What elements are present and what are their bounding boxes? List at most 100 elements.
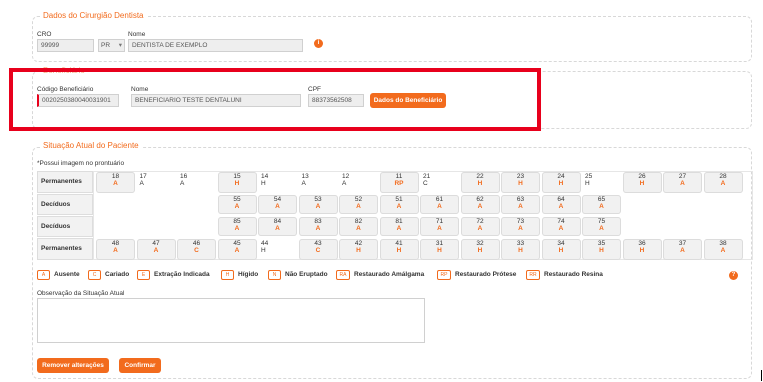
tooth-number: 85 [233,218,241,225]
tooth-cell[interactable]: 72 A [460,217,500,236]
tooth-cell[interactable]: 35 H [582,239,621,260]
tooth-cell[interactable]: 34 H [541,239,581,260]
tooth-cell[interactable]: 52 A [339,195,378,214]
tooth-cell[interactable]: 12 A [339,172,378,193]
tooth-status: H [599,247,604,254]
tooth-cell[interactable]: 32 H [460,239,500,260]
tooth-status: H [396,247,402,254]
row-label-deciduos-inferior: Decíduos [37,216,93,237]
tooth-status: A [234,203,240,210]
legend-label: Restaurado Amálgama [354,271,425,278]
tooth-number: 84 [273,218,282,225]
tooth-cell[interactable]: 47 A [136,239,176,260]
legend-label: Cariado [105,271,130,278]
tooth-cell[interactable]: 43 C [298,239,338,260]
tooth-cell[interactable]: 36 H [622,239,662,260]
tooth-cell[interactable]: 38 A [703,239,743,260]
tooth-cell[interactable]: 61 A [420,195,459,214]
row-label-permanentes-superior: Permanentes [37,171,93,193]
tooth-status: H [261,247,266,254]
imagem-note: *Possui imagem no prontuário [37,160,125,167]
uf-select[interactable]: PR ▾ [98,39,125,52]
observacao-textarea[interactable] [37,298,425,343]
tooth-status: A [477,225,483,232]
tooth-cell[interactable]: 65 A [582,195,621,214]
tooth-status: A [680,180,685,187]
tooth-cell[interactable]: 71 A [420,217,459,236]
tooth-number: 36 [638,240,646,247]
help-icon[interactable]: ? [729,271,738,280]
tooth-cell[interactable]: 74 A [541,217,581,236]
tooth-number: 71 [435,218,444,225]
dentista-nome-field[interactable]: DENTISTA DE EXEMPLO [128,39,303,52]
cro-field[interactable]: 99999 [37,39,94,52]
tooth-cell[interactable]: 31 H [420,239,459,260]
tooth-cell[interactable]: 13 A [299,172,338,193]
tooth-cell[interactable]: 16 A [177,172,216,193]
tooth-cell[interactable]: 26 H [622,172,662,193]
tooth-cell[interactable]: 84 A [258,217,297,236]
tooth-number: 47 [152,240,160,247]
tooth-cell[interactable]: 27 A [663,172,702,193]
tooth-cell[interactable]: 85 A [217,217,257,236]
tooth-cell[interactable]: 63 A [501,195,540,214]
tooth-cell[interactable]: 62 A [460,195,500,214]
tooth-cell[interactable]: 17 A [137,172,176,193]
tooth-cell[interactable]: 28 A [703,172,743,193]
legend-label: Não Eruptado [285,271,328,278]
legend-code-box: H [221,270,234,280]
tooth-status: A [356,225,361,232]
tooth-status: A [139,180,144,187]
tooth-status: C [315,247,321,254]
tooth-number: 26 [638,173,646,180]
tooth-cell[interactable]: 46 C [177,239,216,260]
tooth-cell[interactable]: 14 H [258,172,297,193]
tooth-number: 32 [476,240,484,247]
tooth-cell[interactable]: 33 H [501,239,540,260]
tooth-status: A [396,225,402,232]
chevron-down-icon: ▾ [118,42,122,49]
tooth-number: 18 [111,173,120,180]
tooth-cell[interactable]: 18 A [96,172,135,193]
tooth-cell[interactable]: 11 RP [379,172,419,193]
tooth-cell[interactable]: 54 A [258,195,297,214]
tooth-cell[interactable]: 45 A [217,239,257,260]
info-icon[interactable]: i [314,39,323,48]
tooth-cell[interactable]: 24 H [541,172,581,193]
tooth-cell[interactable]: 55 A [217,195,257,214]
legend-label: Ausente [54,271,80,278]
tooth-cell[interactable]: 64 A [541,195,581,214]
tooth-number: 46 [192,240,201,247]
tooth-status: H [558,180,564,187]
tooth-status: C [423,180,428,187]
tooth-cell[interactable]: 51 A [379,195,419,214]
tooth-status: H [518,247,523,254]
tooth-number: 22 [476,173,484,180]
tooth-number: 73 [516,218,525,225]
tooth-status: A [275,203,280,210]
tooth-number: 28 [719,173,727,180]
legend-code-box: C [88,270,101,280]
tooth-cell[interactable]: 25 H [582,172,621,193]
remover-alteracoes-button[interactable]: Remover alterações [37,358,109,373]
tooth-cell[interactable]: 37 A [663,239,702,260]
tooth-cell[interactable]: 83 A [298,217,338,236]
tooth-number: 55 [233,196,241,203]
tooth-cell[interactable]: 15 H [217,172,257,193]
tooth-cell[interactable]: 53 A [298,195,338,214]
tooth-status: A [680,247,685,254]
tooth-cell[interactable]: 41 H [379,239,419,260]
tooth-cell[interactable]: 42 H [339,239,378,260]
tooth-cell[interactable]: 22 H [460,172,500,193]
tooth-number: 15 [233,173,241,180]
tooth-cell[interactable]: 23 H [501,172,540,193]
tooth-cell[interactable]: 48 A [96,239,135,260]
tooth-cell[interactable]: 82 A [339,217,378,236]
tooth-cell[interactable]: 75 A [582,217,621,236]
tooth-cell[interactable]: 81 A [379,217,419,236]
tooth-cell[interactable]: 44 H [258,239,297,260]
tooth-cell[interactable]: 73 A [501,217,540,236]
confirmar-button[interactable]: Confirmar [119,358,161,373]
tooth-status: H [261,180,266,187]
tooth-cell[interactable]: 21 C [420,172,459,193]
